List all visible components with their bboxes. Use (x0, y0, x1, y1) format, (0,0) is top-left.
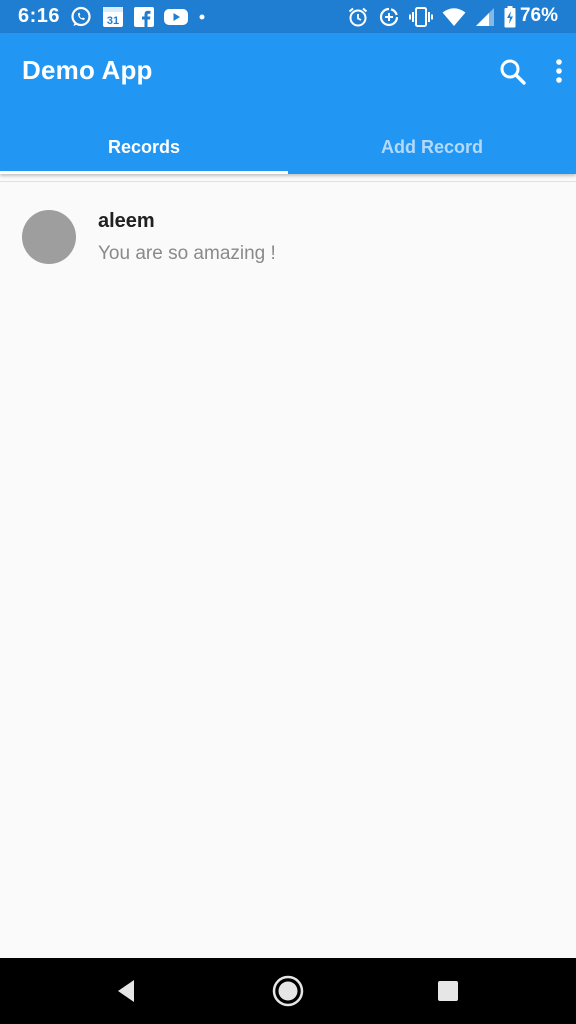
more-options-button[interactable] (548, 55, 570, 89)
record-name: aleem (98, 210, 155, 232)
more-vert-icon (556, 59, 562, 83)
search-button[interactable] (496, 55, 530, 89)
record-message: You are so amazing ! (98, 243, 276, 264)
dot-icon (199, 14, 205, 20)
facebook-icon (134, 7, 154, 27)
tab-indicator (0, 171, 288, 174)
tab-bar: Records Add Record (0, 121, 576, 174)
battery-charging-icon (504, 6, 516, 28)
battery-percent: 76% (519, 5, 558, 26)
status-bar: 6:16 31 76% (0, 0, 576, 33)
recents-icon[interactable] (437, 980, 459, 1002)
notification-icons: 31 (70, 6, 206, 28)
calendar-icon: 31 (103, 7, 123, 27)
status-time: 6:16 (18, 5, 61, 27)
home-icon[interactable] (270, 973, 306, 1009)
list-divider (0, 181, 576, 182)
youtube-icon (164, 9, 188, 25)
tab-add-record-label: Add Record (380, 137, 483, 157)
tab-add-record[interactable]: Add Record (288, 121, 576, 174)
system-icons (347, 6, 516, 28)
phone-screen: 6:16 31 76% Demo App Records Add Record … (0, 0, 576, 1024)
tab-records[interactable]: Records (0, 121, 288, 174)
search-icon (500, 59, 526, 85)
navigation-bar (0, 958, 576, 1024)
data-saver-icon (379, 7, 399, 27)
app-bar: Demo App Records Add Record (0, 33, 576, 174)
alarm-icon (348, 7, 368, 27)
tab-records-label: Records (107, 137, 181, 157)
wifi-icon (442, 8, 466, 26)
calendar-day: 31 (107, 15, 119, 27)
back-icon[interactable] (114, 978, 140, 1004)
record-list-item[interactable]: aleem You are so amazing ! (0, 192, 576, 284)
app-title: Demo App (22, 55, 153, 85)
whatsapp-icon (71, 6, 91, 27)
avatar (22, 210, 76, 264)
signal-icon (476, 8, 494, 26)
vibrate-icon (409, 7, 433, 27)
